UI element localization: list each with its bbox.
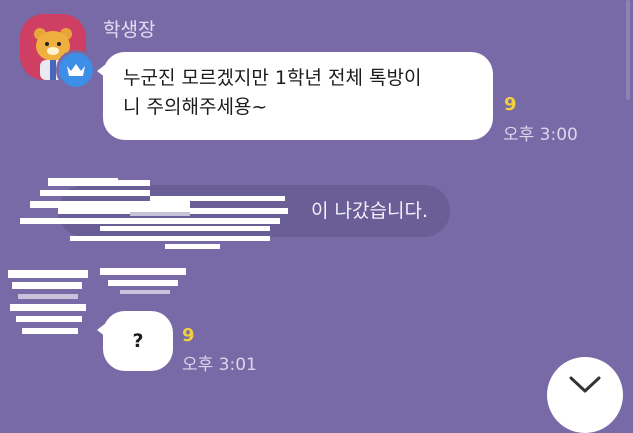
message-text: ? <box>132 330 144 352</box>
message-bubble[interactable]: 누군진 모르겠지만 1학년 전체 톡방이 니 주의해주세용~ <box>97 52 493 140</box>
unread-count: 9 <box>504 94 517 115</box>
unread-count: 9 <box>182 325 195 346</box>
crown-icon <box>67 64 85 76</box>
message-time: 오후 3:01 <box>182 355 257 375</box>
sender-name: 학생장 <box>103 19 156 41</box>
chat-room: 학생장 누군진 모르겠지만 1학년 전체 톡방이 니 주의해주세용~ 9 오후 … <box>0 0 633 433</box>
message-text-line: 니 주의해주세용~ <box>123 96 268 118</box>
redacted-sender-avatar <box>8 270 90 340</box>
message-bubble[interactable]: ? <box>97 311 173 371</box>
host-crown-badge <box>56 50 96 90</box>
message-time: 오후 3:00 <box>503 125 578 145</box>
scroll-to-bottom-button[interactable] <box>547 357 623 433</box>
message-text-line: 누군진 모르겠지만 1학년 전체 톡방이 <box>123 67 422 89</box>
chevron-down-icon <box>569 376 601 393</box>
system-notice-text: 이 나갔습니다. <box>311 200 428 222</box>
scrollbar[interactable] <box>626 0 630 100</box>
